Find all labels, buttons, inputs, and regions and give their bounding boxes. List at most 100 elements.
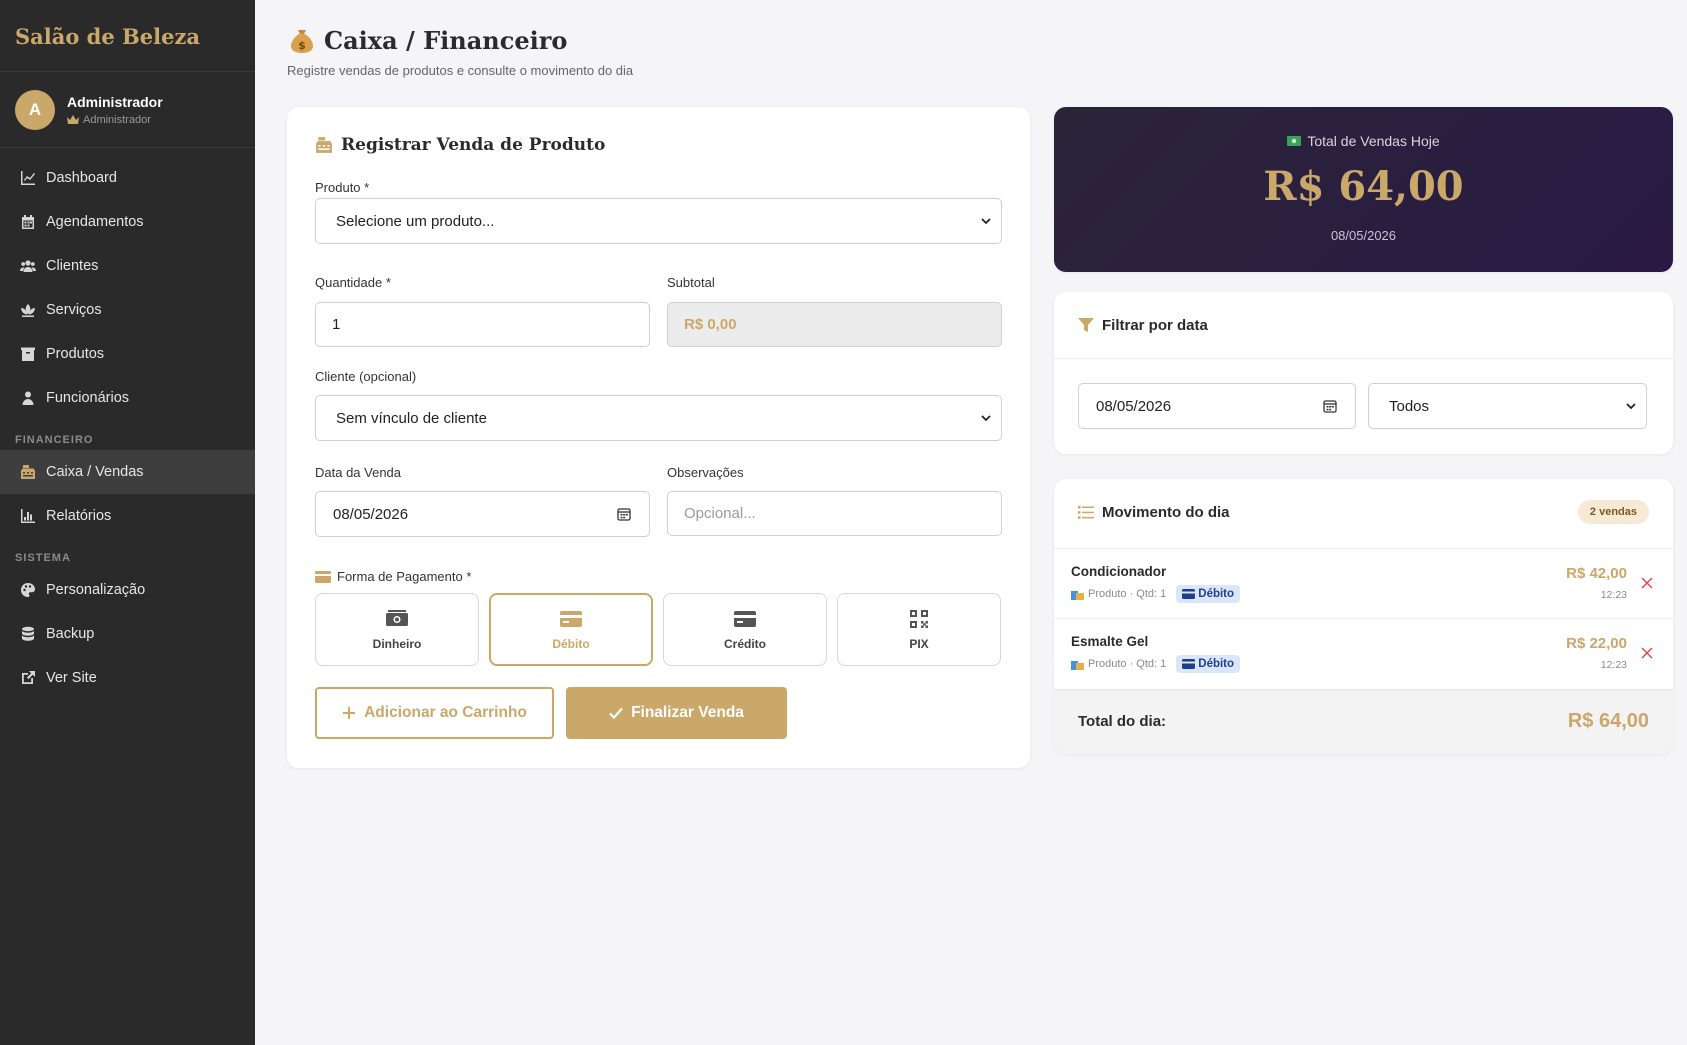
quantidade-input[interactable]: 1 bbox=[315, 302, 650, 347]
palette-icon bbox=[21, 583, 35, 597]
filter-card: Filtrar por data 08/05/2026 Todos bbox=[1054, 292, 1673, 454]
sale-item-value: R$ 42,00 bbox=[1566, 565, 1627, 582]
plus-icon bbox=[343, 707, 356, 719]
user-name: Administrador bbox=[67, 93, 163, 110]
cash-register-icon bbox=[316, 137, 332, 153]
sidebar-item-label: Agendamentos bbox=[46, 214, 144, 230]
sidebar-item-label: Serviços bbox=[46, 302, 102, 318]
sidebar-item-agendamentos[interactable]: Agendamentos bbox=[0, 200, 255, 244]
page-subtitle: Registre vendas de produtos e consulte o… bbox=[287, 63, 634, 78]
total-sales-card: Total de Vendas Hoje R$ 64,00 08/05/2026 bbox=[1054, 107, 1673, 272]
sidebar-item-funcionarios[interactable]: Funcionários bbox=[0, 376, 255, 420]
chart-line-icon bbox=[21, 171, 35, 185]
cliente-select[interactable]: Sem vínculo de cliente bbox=[315, 395, 1002, 441]
credit-card-icon bbox=[1182, 659, 1196, 669]
pay-option-label: Dinheiro bbox=[372, 636, 422, 651]
main-nav: Dashboard Agendamentos Clientes Serviços… bbox=[0, 148, 255, 700]
nav-section-sistema: SISTEMA bbox=[15, 552, 71, 564]
observacoes-input[interactable]: Opcional... bbox=[667, 491, 1002, 536]
qr-code-icon bbox=[910, 609, 928, 628]
sidebar-item-caixa-vendas[interactable]: Caixa / Vendas bbox=[0, 450, 255, 494]
filter-title-text: Filtrar por data bbox=[1102, 317, 1208, 334]
quantidade-label: Quantidade * bbox=[315, 275, 391, 290]
sale-item-meta-text: Produto · Qtd: 1 bbox=[1088, 658, 1167, 670]
list-icon bbox=[1078, 506, 1094, 519]
sale-item-meta: Produto · Qtd: 1 Débito bbox=[1071, 585, 1241, 603]
total-sales-date: 08/05/2026 bbox=[1330, 228, 1397, 243]
sidebar: Salão de Beleza A Administrador Administ… bbox=[0, 0, 255, 1045]
cliente-label: Cliente (opcional) bbox=[315, 369, 417, 384]
data-venda-label: Data da Venda bbox=[315, 465, 402, 480]
divider bbox=[1054, 358, 1673, 359]
user-role: Administrador bbox=[67, 114, 163, 126]
sidebar-item-ver-site[interactable]: Ver Site bbox=[0, 656, 255, 700]
list-item: Condicionador Produto · Qtd: 1 Débito R$… bbox=[1054, 548, 1673, 618]
cash-register-icon bbox=[21, 465, 35, 479]
calendar-icon[interactable] bbox=[617, 507, 631, 521]
filter-type-select[interactable]: Todos bbox=[1368, 383, 1647, 429]
cliente-select-value: Sem vínculo de cliente bbox=[336, 409, 487, 427]
payment-badge: Débito bbox=[1176, 655, 1241, 673]
close-icon[interactable] bbox=[1641, 647, 1653, 659]
pay-option-debito[interactable]: Débito bbox=[489, 593, 653, 666]
sidebar-item-personalizacao[interactable]: Personalização bbox=[0, 568, 255, 612]
sidebar-item-clientes[interactable]: Clientes bbox=[0, 244, 255, 288]
pay-option-pix[interactable]: PIX bbox=[837, 593, 1001, 666]
filter-type-value: Todos bbox=[1389, 397, 1430, 415]
finalize-sale-label: Finalizar Venda bbox=[631, 704, 744, 721]
data-venda-input[interactable]: 08/05/2026 bbox=[315, 491, 650, 537]
day-total-footer: Total do dia: R$ 64,00 bbox=[1054, 689, 1673, 754]
pay-option-credito[interactable]: Crédito bbox=[663, 593, 827, 666]
page-title: $ Caixa / Financeiro bbox=[290, 26, 567, 55]
total-sales-label-text: Total de Vendas Hoje bbox=[1307, 133, 1440, 149]
data-venda-value: 08/05/2026 bbox=[333, 505, 409, 523]
spa-icon bbox=[21, 304, 35, 317]
sidebar-item-label: Clientes bbox=[46, 258, 99, 274]
register-sale-card: Registrar Venda de Produto Produto * Sel… bbox=[287, 107, 1030, 768]
payment-badge-label: Débito bbox=[1198, 588, 1235, 600]
sale-item-time: 12:23 bbox=[1600, 659, 1627, 671]
list-item: Esmalte Gel Produto · Qtd: 1 Débito R$ 2… bbox=[1054, 618, 1673, 688]
nav-section-financeiro: FINANCEIRO bbox=[15, 434, 94, 446]
finalize-sale-button[interactable]: Finalizar Venda bbox=[566, 687, 787, 739]
chevron-down-icon bbox=[981, 218, 991, 225]
filter-date-input[interactable]: 08/05/2026 bbox=[1078, 383, 1356, 429]
add-to-cart-label: Adicionar ao Carrinho bbox=[364, 704, 527, 721]
sidebar-item-produtos[interactable]: Produtos bbox=[0, 332, 255, 376]
sale-item-name: Condicionador bbox=[1071, 564, 1167, 579]
sidebar-item-label: Relatórios bbox=[46, 508, 112, 524]
sidebar-item-label: Dashboard bbox=[46, 170, 117, 186]
filter-date-value: 08/05/2026 bbox=[1096, 397, 1172, 415]
credit-card-icon bbox=[734, 610, 756, 627]
total-sales-label: Total de Vendas Hoje bbox=[1054, 133, 1673, 149]
money-bill-icon bbox=[1287, 136, 1302, 146]
sidebar-item-label: Personalização bbox=[46, 582, 146, 598]
close-icon[interactable] bbox=[1641, 577, 1653, 589]
chart-bar-icon bbox=[21, 509, 35, 523]
add-to-cart-button[interactable]: Adicionar ao Carrinho bbox=[315, 687, 554, 739]
check-icon bbox=[609, 707, 623, 720]
day-total-value: R$ 64,00 bbox=[1567, 710, 1649, 732]
chevron-down-icon bbox=[1626, 403, 1636, 410]
movimento-title-text: Movimento do dia bbox=[1102, 504, 1230, 521]
calendar-icon[interactable] bbox=[1323, 399, 1337, 413]
sale-item-value: R$ 22,00 bbox=[1566, 635, 1627, 652]
chevron-down-icon bbox=[981, 415, 991, 422]
sidebar-item-servicos[interactable]: Serviços bbox=[0, 288, 255, 332]
sidebar-item-backup[interactable]: Backup bbox=[0, 612, 255, 656]
sidebar-item-dashboard[interactable]: Dashboard bbox=[0, 156, 255, 200]
users-icon bbox=[20, 260, 36, 272]
brand-logo[interactable]: Salão de Beleza bbox=[0, 0, 255, 72]
produto-select[interactable]: Selecione um produto... bbox=[315, 198, 1002, 244]
user-role-label: Administrador bbox=[83, 113, 151, 126]
sales-count-badge: 2 vendas bbox=[1577, 500, 1649, 524]
pay-option-dinheiro[interactable]: Dinheiro bbox=[315, 593, 479, 666]
pagamento-label: Forma de Pagamento * bbox=[315, 569, 471, 584]
credit-card-icon bbox=[315, 570, 331, 583]
movimento-card: Movimento do dia 2 vendas Condicionador … bbox=[1054, 479, 1673, 754]
pay-option-label: Débito bbox=[552, 636, 590, 651]
sidebar-item-relatorios[interactable]: Relatórios bbox=[0, 494, 255, 538]
subtotal-field: R$ 0,00 bbox=[667, 302, 1002, 347]
external-link-icon bbox=[22, 671, 35, 684]
sale-item-time: 12:23 bbox=[1600, 589, 1627, 601]
